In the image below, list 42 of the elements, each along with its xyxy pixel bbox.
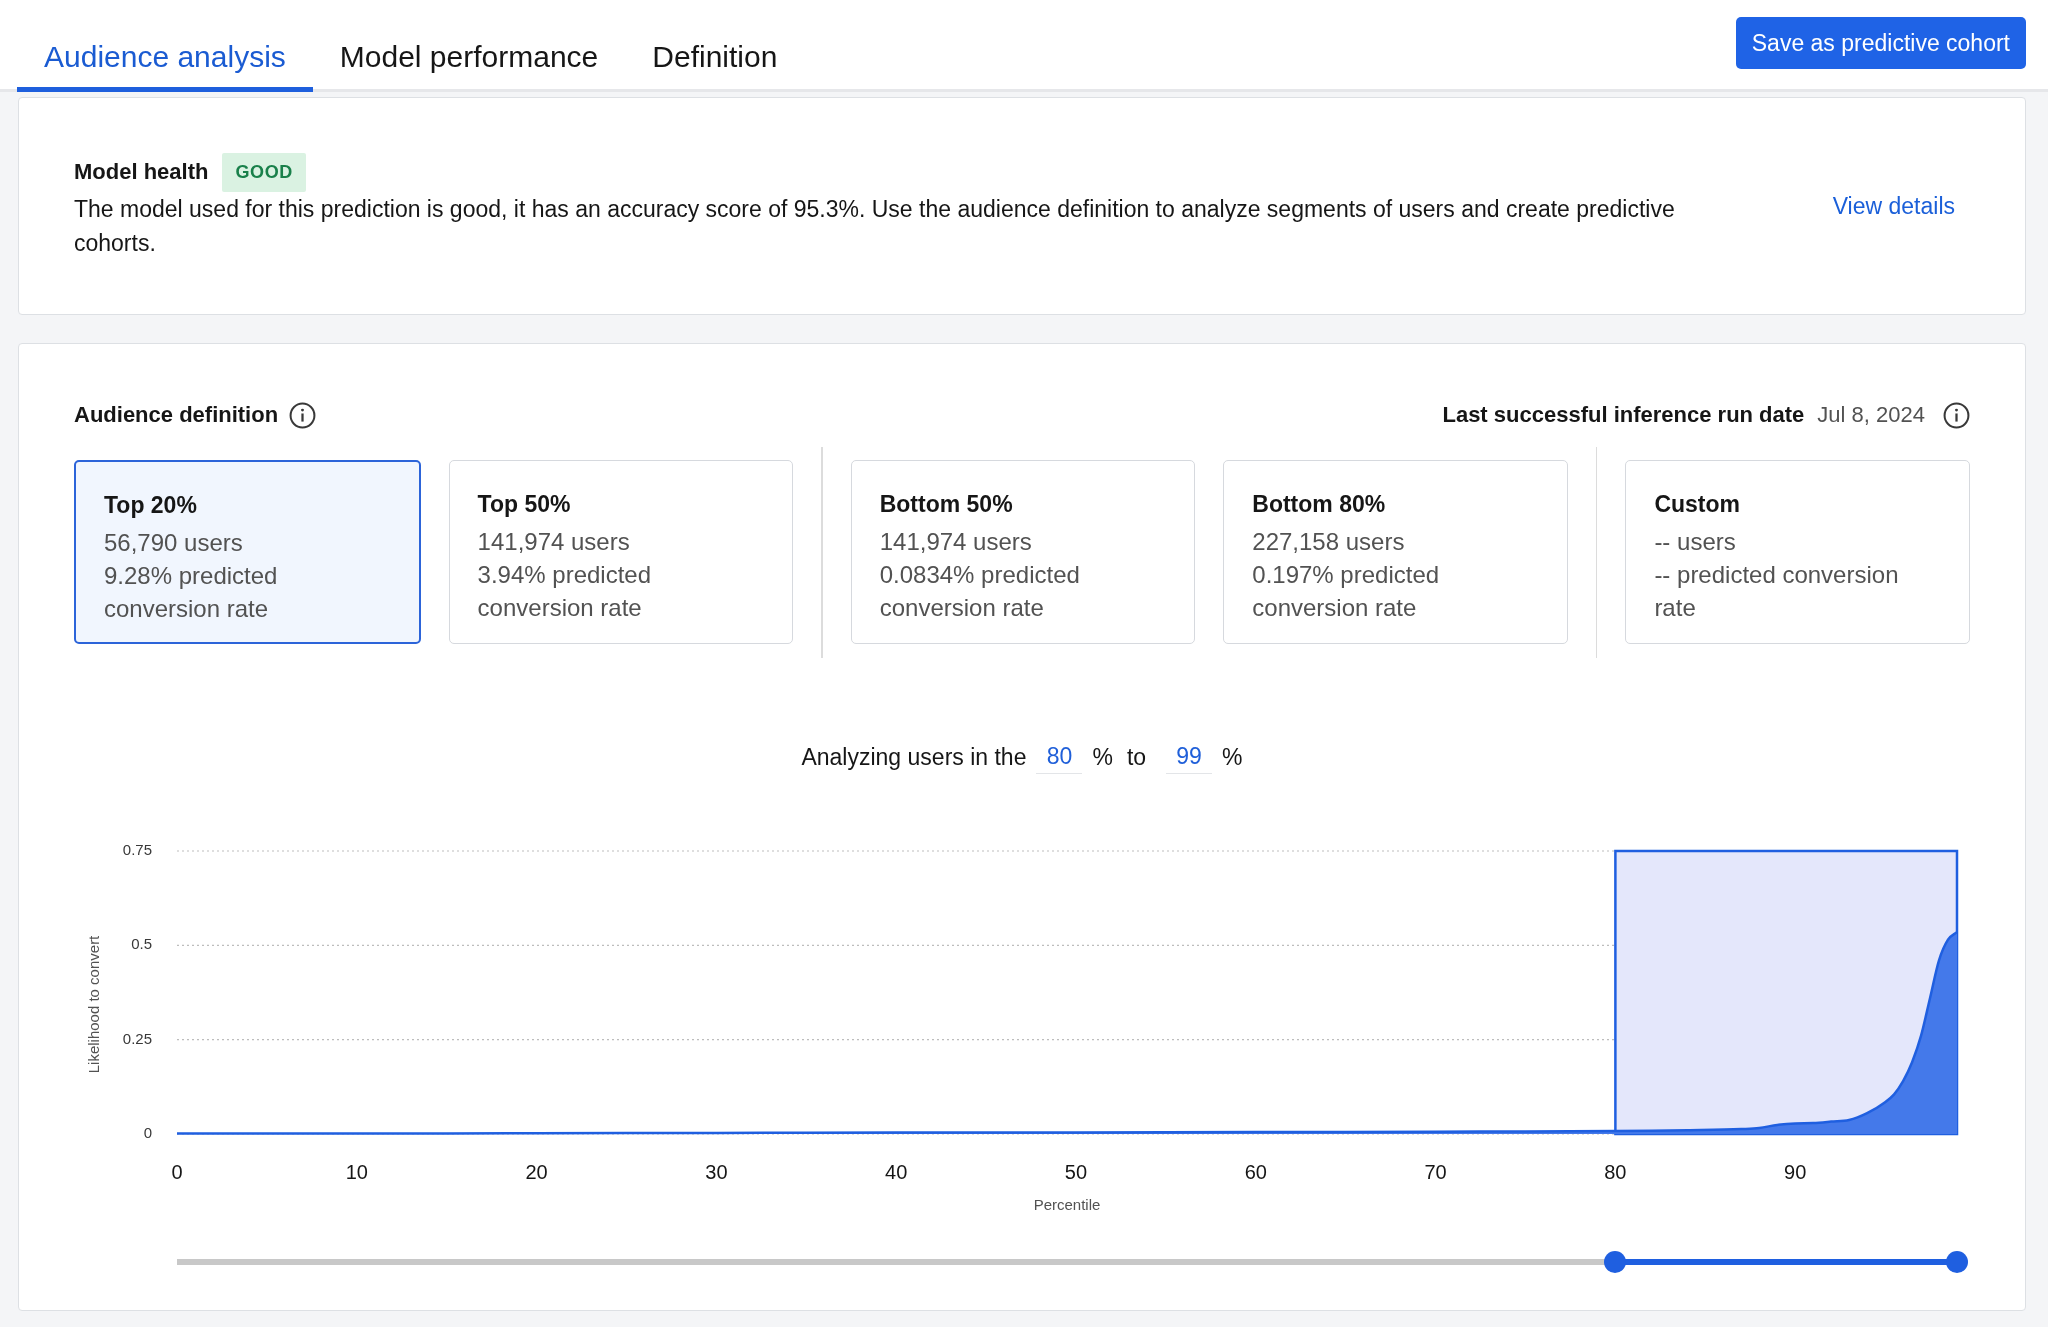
x-axis-label: 20 — [525, 1161, 548, 1184]
x-axis-label: 50 — [1064, 1161, 1088, 1184]
segment-card[interactable]: Custom -- users -- predicted conversion rate — [1625, 460, 1970, 644]
x-axis-label: 70 — [1424, 1161, 1447, 1184]
description-text: The model used for this prediction is good, it has an accuracy score of 95.3%. Use the audience definition to analyze segments of users and create predictive cohorts. — [74, 194, 1676, 258]
x-axis-label: 30 — [705, 1161, 728, 1184]
y-axis-title: Likelihood to convert — [84, 935, 102, 1074]
range-separator: to — [1126, 743, 1147, 771]
percent-unit: % — [1222, 743, 1243, 771]
x-axis-label: 0 — [171, 1161, 183, 1184]
range-end-input[interactable]: 99 — [1166, 740, 1213, 774]
y-axis-label: 0 — [143, 1123, 152, 1141]
view-details-link[interactable]: View details — [1832, 192, 1955, 220]
tab[interactable]: Audience analysis — [17, 30, 313, 92]
x-axis-label: 40 — [885, 1161, 908, 1184]
segment-card[interactable]: Top 50% 141,974 users 3.94% predicted conversion rate — [448, 460, 794, 644]
y-axis-label: 0.75 — [122, 840, 152, 858]
x-axis-label: 10 — [345, 1161, 368, 1184]
segment-card[interactable]: Top 20% 56,790 users 9.28% predicted conversion rate — [74, 460, 421, 644]
tab[interactable]: Definition — [625, 30, 805, 92]
range-start-input[interactable]: 80 — [1036, 740, 1083, 774]
status-badge: GOOD — [222, 152, 306, 192]
section-title: Model health — [74, 159, 209, 185]
segment-card[interactable]: Bottom 50% 141,974 users 0.0834% predicted conversion rate — [850, 460, 1196, 644]
slider-handle[interactable] — [1604, 1251, 1627, 1273]
info-icon[interactable] — [1943, 401, 1970, 429]
section-title: Audience definition — [74, 402, 279, 428]
tab[interactable]: Model performance — [312, 30, 626, 92]
percent-unit: % — [1092, 743, 1113, 771]
x-axis-label: 80 — [1604, 1161, 1627, 1184]
y-axis-label: 0.25 — [122, 1029, 152, 1047]
y-axis-label: 0.5 — [131, 935, 152, 953]
range-label: Analyzing users in the — [801, 743, 1027, 771]
segment-card[interactable]: Bottom 80% 227,158 users 0.197% predicted conversion rate — [1223, 460, 1568, 644]
info-icon[interactable] — [289, 401, 317, 429]
save-cohort-button[interactable]: Save as predictive cohort — [1735, 17, 2026, 69]
last-run-date: Jul 8, 2024 — [1817, 402, 1925, 428]
last-run-label: Last successful inference run date — [1442, 402, 1805, 428]
x-axis-title: Percentile — [1033, 1195, 1101, 1213]
x-axis-label: 60 — [1244, 1161, 1267, 1184]
x-axis-label: 90 — [1784, 1161, 1807, 1184]
slider-handle[interactable] — [1946, 1251, 1968, 1273]
